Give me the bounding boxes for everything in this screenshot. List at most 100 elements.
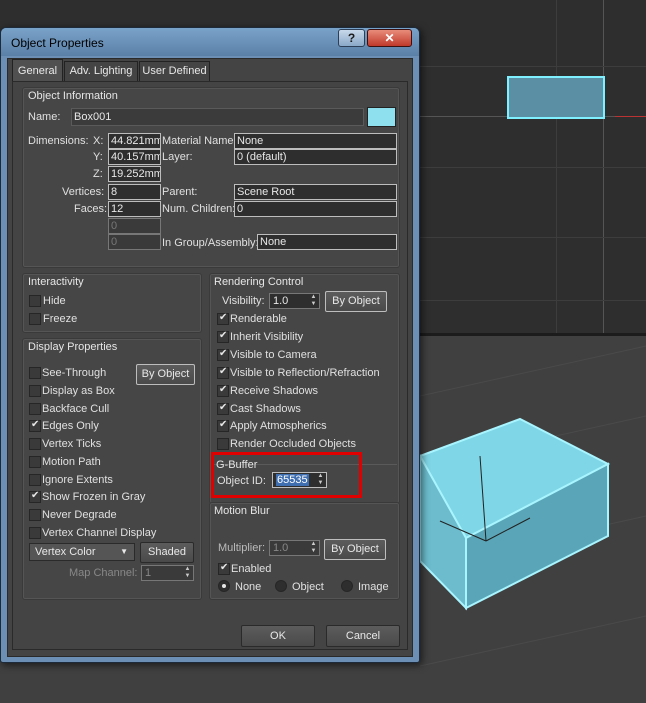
render-option-checkbox[interactable] <box>217 402 229 415</box>
close-button[interactable]: ✕ <box>367 29 412 47</box>
annotation-highlight-box <box>211 452 362 498</box>
render-option-checkbox[interactable] <box>217 330 229 343</box>
tab-user-defined[interactable]: User Defined <box>139 61 210 81</box>
render-option-label: Visible to Reflection/Refraction <box>230 366 380 379</box>
display-option-checkbox[interactable] <box>29 419 41 433</box>
none-label: None <box>235 581 262 593</box>
object-information-title: Object Information <box>28 90 118 102</box>
group-assembly-label: In Group/Assembly: <box>162 237 259 249</box>
help-button[interactable]: ? <box>338 29 365 47</box>
display-option-checkbox[interactable] <box>29 526 41 539</box>
render-option-label: Receive Shadows <box>230 384 319 397</box>
x-label: X: <box>93 135 104 147</box>
cancel-button[interactable]: Cancel <box>326 625 400 647</box>
hide-label: Hide <box>43 295 66 307</box>
grid-line <box>420 167 646 168</box>
multiplier-spinner[interactable]: 1.0 ▲ ▼ <box>269 540 320 556</box>
dimensions-label: Dimensions: <box>28 135 89 147</box>
render-option-checkbox[interactable] <box>217 419 229 433</box>
map-channel-spinner[interactable]: 1 ▲ ▼ <box>141 565 194 581</box>
display-option-label: Never Degrade <box>42 509 117 521</box>
box-top-view[interactable] <box>507 76 605 119</box>
tab-general[interactable]: General <box>12 59 63 81</box>
name-field[interactable]: Box001 <box>71 108 364 126</box>
image-radio[interactable] <box>341 580 353 592</box>
vertex-color-dropdown[interactable]: Vertex Color ▼ <box>29 543 135 561</box>
motion-blur-title: Motion Blur <box>214 505 270 517</box>
display-option-checkbox[interactable] <box>29 509 41 521</box>
freeze-checkbox[interactable] <box>29 313 41 325</box>
map-channel-label: Map Channel: <box>69 567 138 579</box>
display-option-checkbox[interactable] <box>29 490 41 504</box>
blank-field-1: 0 <box>108 218 161 234</box>
interactivity-title: Interactivity <box>28 276 84 288</box>
visibility-value: 1.0 <box>273 295 289 307</box>
multiplier-value: 1.0 <box>273 542 289 554</box>
hide-checkbox[interactable] <box>29 295 41 307</box>
grid-line <box>420 300 646 301</box>
faces-field[interactable]: 12 <box>108 201 161 217</box>
rendering-by-object-button[interactable]: By Object <box>325 291 387 312</box>
display-option-label: Vertex Ticks <box>42 438 102 450</box>
faces-label: Faces: <box>74 203 108 215</box>
group-assembly-field[interactable]: None <box>257 234 397 250</box>
ok-button[interactable]: OK <box>241 625 315 647</box>
enabled-label: Enabled <box>231 563 272 575</box>
display-option-checkbox[interactable] <box>29 438 41 450</box>
material-name-label: Material Name: <box>162 135 237 147</box>
display-option-label: Ignore Extents <box>42 473 113 486</box>
visibility-label: Visibility: <box>222 295 265 307</box>
visibility-spinner[interactable]: 1.0 ▲ ▼ <box>269 293 320 309</box>
object-label: Object <box>292 581 324 593</box>
render-option-label: Visible to Camera <box>230 348 317 361</box>
display-properties-title: Display Properties <box>28 341 118 353</box>
parent-label: Parent: <box>162 186 198 198</box>
y-label: Y: <box>93 151 103 163</box>
render-option-checkbox[interactable] <box>217 312 229 325</box>
titlebar[interactable]: Object Properties ? ✕ <box>1 28 419 56</box>
layer-field[interactable]: 0 (default) <box>234 149 397 165</box>
render-option-label: Cast Shadows <box>230 402 301 415</box>
display-option-checkbox[interactable] <box>29 473 41 486</box>
object-color-swatch[interactable] <box>367 107 396 127</box>
display-option-label: Motion Path <box>42 455 101 468</box>
map-channel-value: 1 <box>145 567 152 579</box>
none-radio[interactable] <box>218 580 230 592</box>
motion-blur-by-object-button[interactable]: By Object <box>324 539 386 560</box>
parent-field[interactable]: Scene Root <box>234 184 397 200</box>
vertices-field[interactable]: 8 <box>108 184 161 200</box>
grid-line <box>420 66 646 67</box>
display-option-checkbox[interactable] <box>29 455 41 468</box>
dimension-x-field[interactable]: 44.821mm <box>108 133 161 149</box>
enabled-checkbox[interactable] <box>218 562 230 575</box>
render-option-checkbox[interactable] <box>217 384 229 397</box>
x-axis-red <box>615 116 646 117</box>
multiplier-label: Multiplier: <box>218 542 266 554</box>
z-label: Z: <box>93 168 103 180</box>
dimension-y-field[interactable]: 40.157mm <box>108 149 161 165</box>
display-option-checkbox[interactable] <box>29 367 41 379</box>
render-option-checkbox[interactable] <box>217 438 229 451</box>
freeze-label: Freeze <box>43 313 78 325</box>
render-option-checkbox[interactable] <box>217 366 229 379</box>
tab-adv-lighting[interactable]: Adv. Lighting <box>64 61 138 81</box>
render-option-checkbox[interactable] <box>217 348 229 361</box>
display-by-object-button[interactable]: By Object <box>136 364 195 385</box>
num-children-field[interactable]: 0 <box>234 201 397 217</box>
display-option-checkbox[interactable] <box>29 384 41 397</box>
object-radio[interactable] <box>275 580 287 592</box>
display-option-label: Edges Only <box>42 420 99 433</box>
render-option-label: Inherit Visibility <box>230 330 304 343</box>
dimension-z-field[interactable]: 19.252mm <box>108 166 161 182</box>
material-name-field[interactable]: None <box>234 133 397 149</box>
display-option-checkbox[interactable] <box>29 402 41 415</box>
display-option-label: See-Through <box>42 367 107 379</box>
vertices-label: Vertices: <box>62 186 105 198</box>
box-perspective[interactable] <box>420 336 646 703</box>
dialog-title: Object Properties <box>11 36 104 50</box>
display-option-label: Show Frozen in Gray <box>42 491 146 504</box>
shaded-button[interactable]: Shaded <box>140 542 194 563</box>
display-option-label: Vertex Channel Display <box>42 526 157 539</box>
layer-label: Layer: <box>162 151 193 163</box>
render-option-label: Render Occluded Objects <box>230 438 356 451</box>
